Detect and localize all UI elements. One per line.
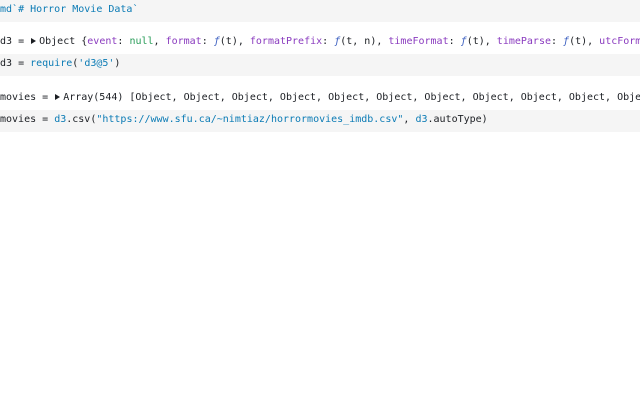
prop-key: utcFormat: [599, 36, 640, 47]
d3-ref: d3: [54, 114, 67, 125]
prop-sep: :: [322, 36, 335, 47]
prop-sep: :: [201, 36, 214, 47]
equals-sign: =: [12, 58, 31, 69]
d3-src-name: d3: [0, 58, 13, 69]
d3-prop-event: event: null,: [87, 36, 165, 47]
require-fn: require: [30, 58, 73, 69]
csv-url: "https://www.sfu.ca/~nimtiaz/horrormovie…: [96, 114, 404, 125]
equals-sign: =: [12, 36, 31, 47]
prop-args: (t): [219, 36, 238, 47]
movies-cell-source[interactable]: movies = d3.csv("https://www.sfu.ca/~nim…: [0, 110, 640, 132]
prop-args: (t): [569, 36, 588, 47]
csv-method: .csv(: [66, 114, 97, 125]
d3-ref-2: d3: [415, 114, 428, 125]
movies-src-name: movies: [0, 114, 37, 125]
prop-sep: :: [117, 36, 130, 47]
expand-caret-icon[interactable]: [31, 37, 37, 44]
markdown-cell-source[interactable]: md`# Horror Movie Data`: [0, 0, 640, 22]
prop-sep: :: [550, 36, 564, 47]
prop-sep: :: [448, 36, 461, 47]
md-prefix: md`: [0, 4, 19, 15]
prop-key: event: [87, 36, 118, 47]
prop-key: format: [165, 36, 202, 47]
comma: ,: [403, 114, 416, 125]
prop-args: (t): [466, 36, 485, 47]
prop-trail: ,: [153, 36, 166, 47]
notebook: md`# Horror Movie Data` d3 = Object {eve…: [0, 0, 640, 400]
autotype-method: .autoType: [427, 114, 482, 125]
movies-cell-output: movies = Array(544) [Object, Object, Obj…: [0, 88, 640, 110]
movies-var-name: movies: [0, 92, 37, 103]
d3-prop-timeparse: timeParse: ƒ(t),: [497, 36, 599, 47]
paren-close: ): [481, 114, 488, 125]
d3-cell-output: d3 = Object {event: null, format: ƒ(t), …: [0, 32, 640, 54]
expand-caret-icon[interactable]: [55, 93, 61, 100]
prop-key: formatPrefix: [249, 36, 323, 47]
d3-object-type[interactable]: Object {: [39, 36, 87, 47]
equals-sign: =: [36, 92, 55, 103]
md-text: # Horror Movie Data: [18, 4, 133, 15]
prop-value: null: [129, 36, 154, 47]
prop-args: (t, n): [340, 36, 377, 47]
movies-array-summary[interactable]: Array(544) [Object, Object, Object, Obje…: [63, 92, 640, 103]
d3-var-name: d3: [0, 36, 13, 47]
prop-trail: ,: [587, 36, 600, 47]
d3-prop-format: format: ƒ(t),: [166, 36, 250, 47]
prop-trail: ,: [376, 36, 389, 47]
prop-key: timeParse: [496, 36, 551, 47]
d3-prop-utcformat: utcFormat: ƒ(t: [599, 36, 640, 47]
prop-trail: ,: [484, 36, 497, 47]
require-arg: 'd3@5': [78, 58, 115, 69]
d3-cell-source[interactable]: d3 = require('d3@5'): [0, 54, 640, 76]
d3-prop-formatprefix: formatPrefix: ƒ(t, n),: [250, 36, 389, 47]
md-suffix: `: [132, 4, 139, 15]
equals-sign: =: [36, 114, 55, 125]
d3-prop-timeformat: timeFormat: ƒ(t),: [388, 36, 496, 47]
paren-close: ): [114, 58, 121, 69]
prop-trail: ,: [237, 36, 250, 47]
prop-key: timeFormat: [388, 36, 449, 47]
